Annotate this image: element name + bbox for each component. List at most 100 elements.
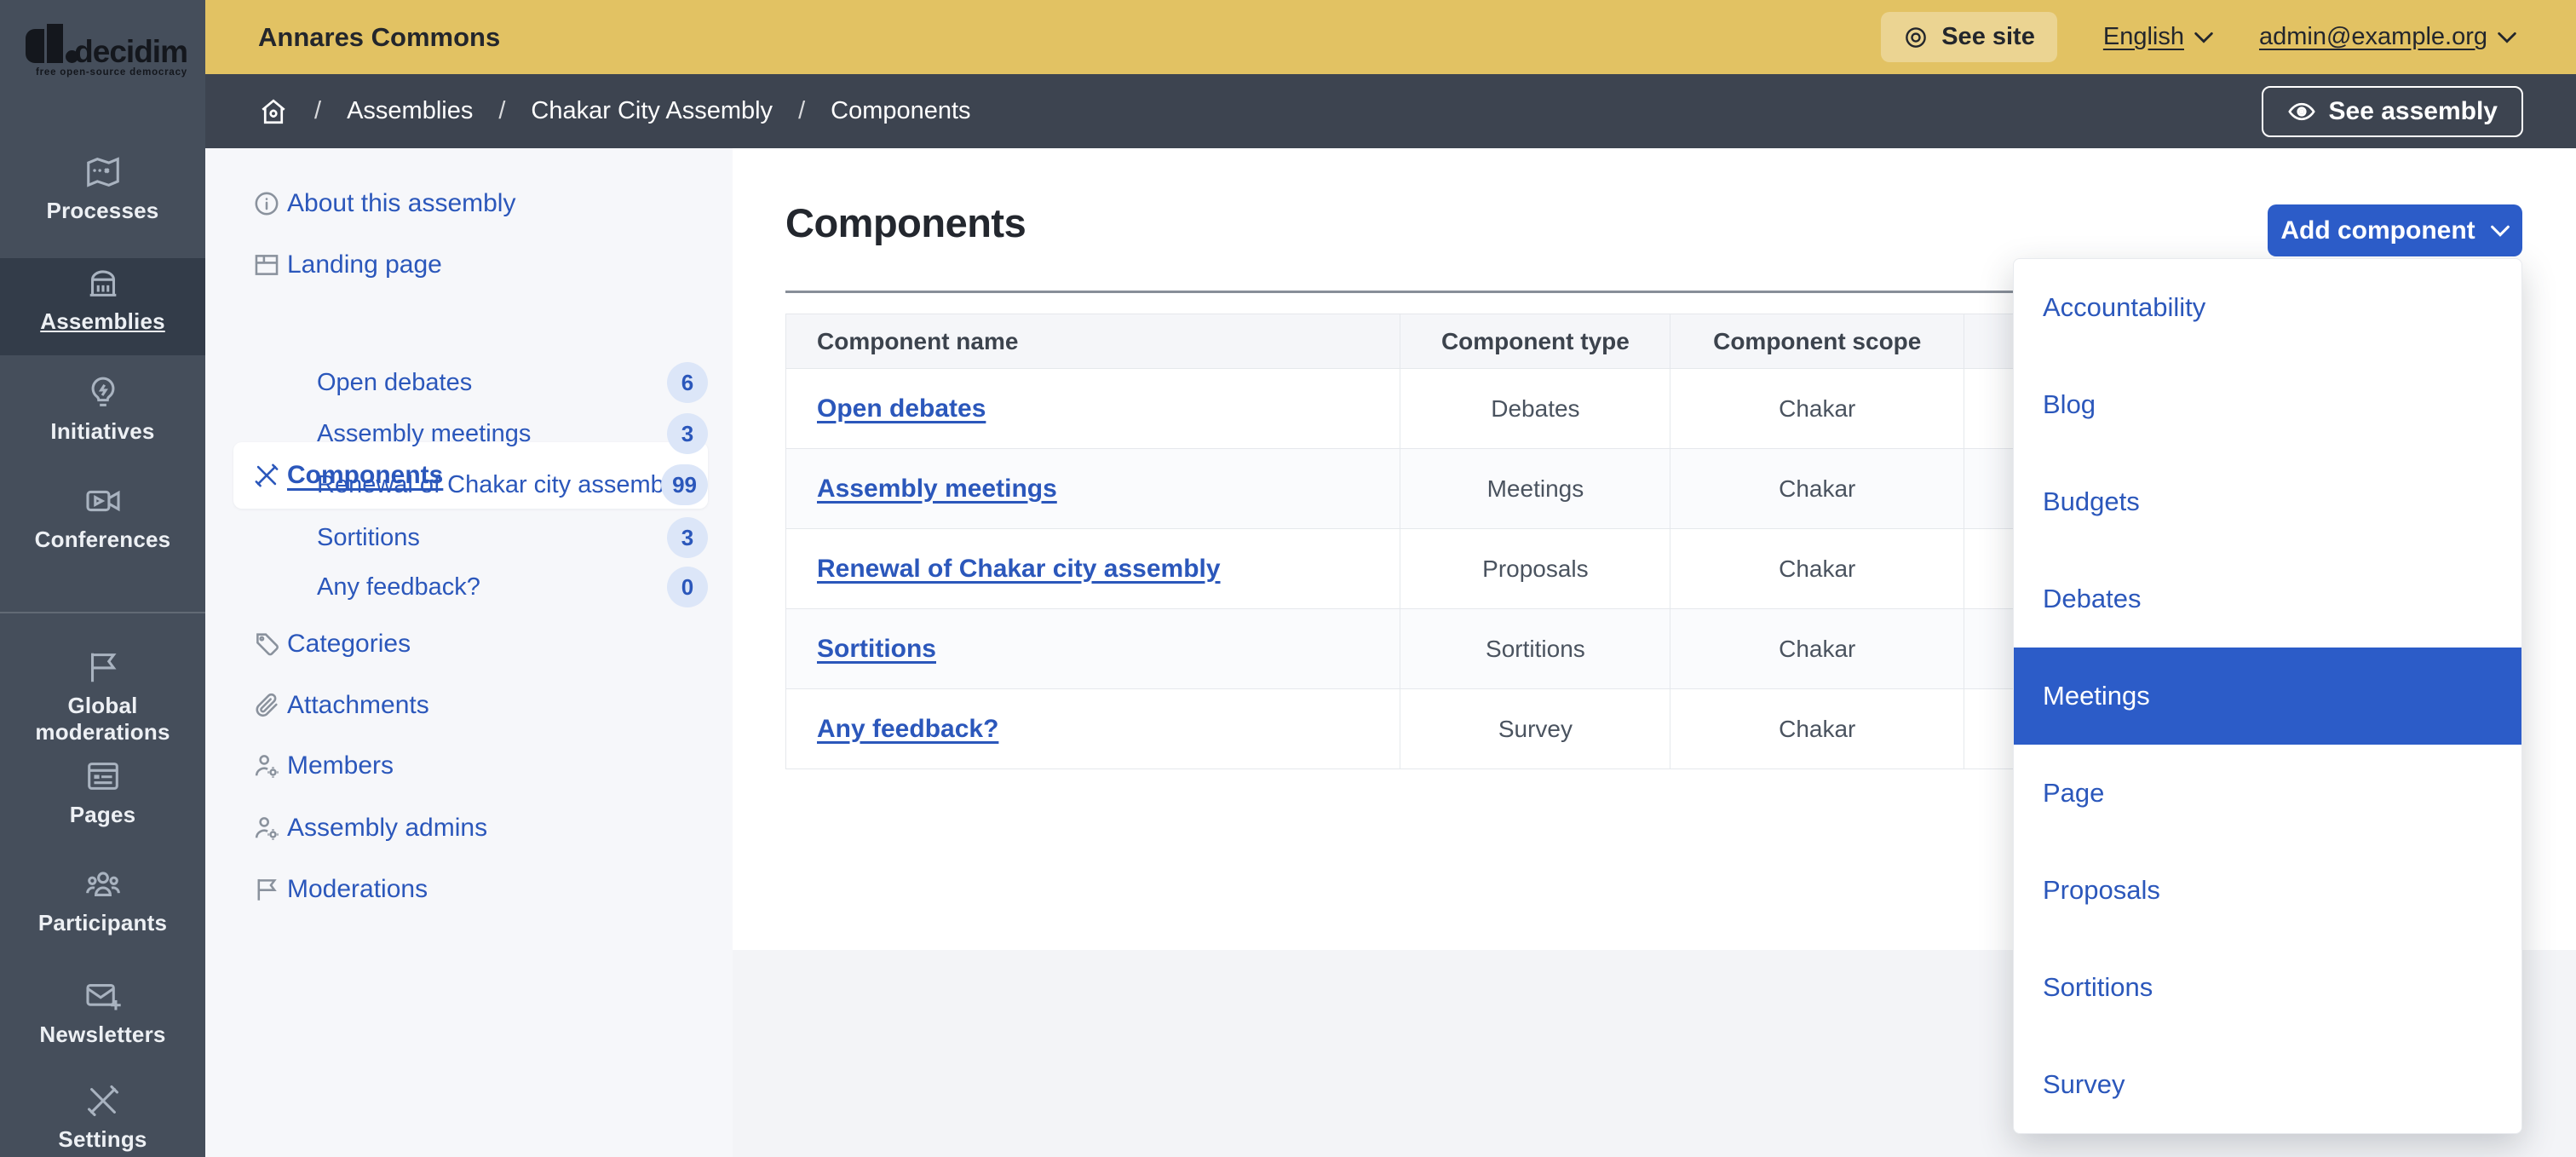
- subnav-about-assembly[interactable]: About this assembly: [205, 185, 733, 222]
- main-sidebar: decidim free open-source democracy Proce…: [0, 0, 205, 1157]
- count-badge: 6: [667, 362, 708, 403]
- subnav-any-feedback[interactable]: Any feedback? 0: [205, 567, 733, 607]
- home-icon[interactable]: [258, 96, 289, 127]
- decidim-logo-mark: [26, 22, 78, 65]
- breadcrumb-components[interactable]: Components: [831, 97, 970, 125]
- subnav-item-label: Moderations: [287, 875, 428, 903]
- sidebar-item-initiatives[interactable]: Initiatives: [0, 373, 205, 445]
- component-scope: Chakar: [1670, 608, 1965, 689]
- subnav-item-label: Members: [287, 751, 394, 780]
- component-link[interactable]: Sortitions: [817, 635, 936, 663]
- breadcrumb-chakar-city-assembly[interactable]: Chakar City Assembly: [531, 97, 773, 125]
- component-scope: Chakar: [1670, 368, 1965, 449]
- component-type: Sortitions: [1400, 608, 1671, 689]
- sidebar-item-participants[interactable]: Participants: [0, 865, 205, 936]
- assembly-sidebar: About this assembly Landing page Compone…: [205, 148, 733, 1157]
- subnav-attachments[interactable]: Attachments: [205, 687, 733, 724]
- count-badge: 0: [667, 567, 708, 607]
- sidebar-item-global-moderations[interactable]: Global moderations: [0, 648, 205, 745]
- dropdown-item-proposals[interactable]: Proposals: [2014, 842, 2521, 939]
- component-type: Debates: [1400, 368, 1671, 449]
- sidebar-item-settings[interactable]: Settings: [0, 1081, 205, 1153]
- dropdown-item-debates[interactable]: Debates: [2014, 550, 2521, 648]
- sidebar-item-label: Processes: [46, 198, 159, 223]
- dropdown-item-meetings[interactable]: Meetings: [2014, 648, 2521, 745]
- map-icon: [83, 153, 123, 192]
- component-scope: Chakar: [1670, 528, 1965, 609]
- see-assembly-button[interactable]: See assembly: [2261, 85, 2523, 137]
- chevron-down-icon: [2490, 225, 2510, 237]
- sidebar-item-label: Assemblies: [40, 308, 165, 334]
- subnav-assembly-admins[interactable]: Assembly admins: [205, 809, 733, 847]
- subnav-members[interactable]: Members: [205, 747, 733, 785]
- bank-icon: [83, 263, 123, 302]
- dropdown-item-accountability[interactable]: Accountability: [2014, 259, 2521, 356]
- user-gear-icon: [252, 814, 281, 843]
- subnav-item-label: Assembly admins: [287, 814, 488, 842]
- sidebar-item-label: Participants: [37, 910, 168, 935]
- decidim-admin-app: Annares Commons See site English admin@e…: [0, 0, 2576, 1157]
- user-menu[interactable]: admin@example.org: [2259, 23, 2516, 51]
- sidebar-divider: [0, 612, 205, 613]
- chevron-down-icon: [2194, 32, 2213, 43]
- breadcrumb-separator: /: [798, 97, 806, 124]
- sidebar-item-conferences[interactable]: Conferences: [0, 481, 205, 553]
- sidebar-item-assemblies[interactable]: Assemblies: [0, 263, 205, 335]
- sidebar-item-pages[interactable]: Pages: [0, 757, 205, 828]
- chevron-down-icon: [2498, 32, 2516, 43]
- subnav-renewal-assembly[interactable]: Renewal of Chakar city assembly 99: [205, 464, 733, 505]
- dropdown-item-budgets[interactable]: Budgets: [2014, 453, 2521, 550]
- count-badge: 99: [661, 464, 708, 505]
- component-link[interactable]: Assembly meetings: [817, 475, 1057, 503]
- breadcrumb-separator: /: [314, 97, 322, 124]
- subnav-sortitions[interactable]: Sortitions 3: [205, 517, 733, 558]
- component-type: Survey: [1400, 688, 1671, 769]
- eye-circle-icon: [1903, 25, 1929, 50]
- add-component-label: Add component: [2280, 216, 2475, 245]
- add-component-button[interactable]: Add component: [2268, 204, 2522, 256]
- component-link[interactable]: Renewal of Chakar city assembly: [817, 555, 1221, 583]
- component-link[interactable]: Any feedback?: [817, 715, 998, 743]
- decidim-logo-tagline: free open-source democracy: [35, 67, 187, 78]
- column-header-scope: Component scope: [1670, 314, 1965, 369]
- dropdown-item-page[interactable]: Page: [2014, 745, 2521, 842]
- sidebar-item-newsletters[interactable]: Newsletters: [0, 976, 205, 1048]
- sidebar-item-label: Global moderations: [35, 693, 170, 745]
- component-type: Meetings: [1400, 448, 1671, 529]
- subnav-child-label: Renewal of Chakar city assembly: [317, 470, 682, 498]
- subnav-child-label: Assembly meetings: [317, 419, 532, 447]
- see-site-button[interactable]: See site: [1881, 12, 2057, 62]
- dropdown-item-survey[interactable]: Survey: [2014, 1036, 2521, 1133]
- count-badge: 3: [667, 413, 708, 454]
- language-label: English: [2102, 23, 2184, 50]
- subnav-child-label: Sortitions: [317, 523, 420, 551]
- column-header-type: Component type: [1400, 314, 1671, 369]
- breadcrumb-assemblies[interactable]: Assemblies: [347, 97, 473, 125]
- sidebar-item-label: Initiatives: [50, 418, 155, 444]
- subnav-open-debates[interactable]: Open debates 6: [205, 362, 733, 403]
- component-type: Proposals: [1400, 528, 1671, 609]
- language-selector[interactable]: English: [2103, 23, 2213, 51]
- sidebar-item-label: Newsletters: [39, 1022, 166, 1047]
- subnav-assembly-meetings[interactable]: Assembly meetings 3: [205, 413, 733, 454]
- subnav-item-label: Landing page: [287, 250, 442, 279]
- component-scope: Chakar: [1670, 688, 1965, 769]
- column-header-name: Component name: [785, 314, 1401, 369]
- dropdown-item-sortitions[interactable]: Sortitions: [2014, 939, 2521, 1036]
- sidebar-item-label: Settings: [58, 1126, 147, 1152]
- subnav-landing-page[interactable]: Landing page: [205, 246, 733, 284]
- organization-name: Annares Commons: [258, 21, 501, 52]
- sidebar-item-label: Pages: [69, 802, 136, 827]
- component-link[interactable]: Open debates: [817, 394, 986, 423]
- sidebar-item-processes[interactable]: Processes: [0, 153, 205, 224]
- browser-icon: [83, 757, 123, 796]
- subnav-moderations[interactable]: Moderations: [205, 871, 733, 908]
- tag-icon: [252, 630, 281, 659]
- layout-icon: [252, 250, 281, 279]
- paperclip-icon: [252, 691, 281, 720]
- subnav-categories[interactable]: Categories: [205, 625, 733, 663]
- subnav-item-label: About this assembly: [287, 189, 516, 217]
- dropdown-item-blog[interactable]: Blog: [2014, 356, 2521, 453]
- flag-icon: [83, 648, 123, 687]
- decidim-logo[interactable]: decidim free open-source democracy: [26, 22, 188, 78]
